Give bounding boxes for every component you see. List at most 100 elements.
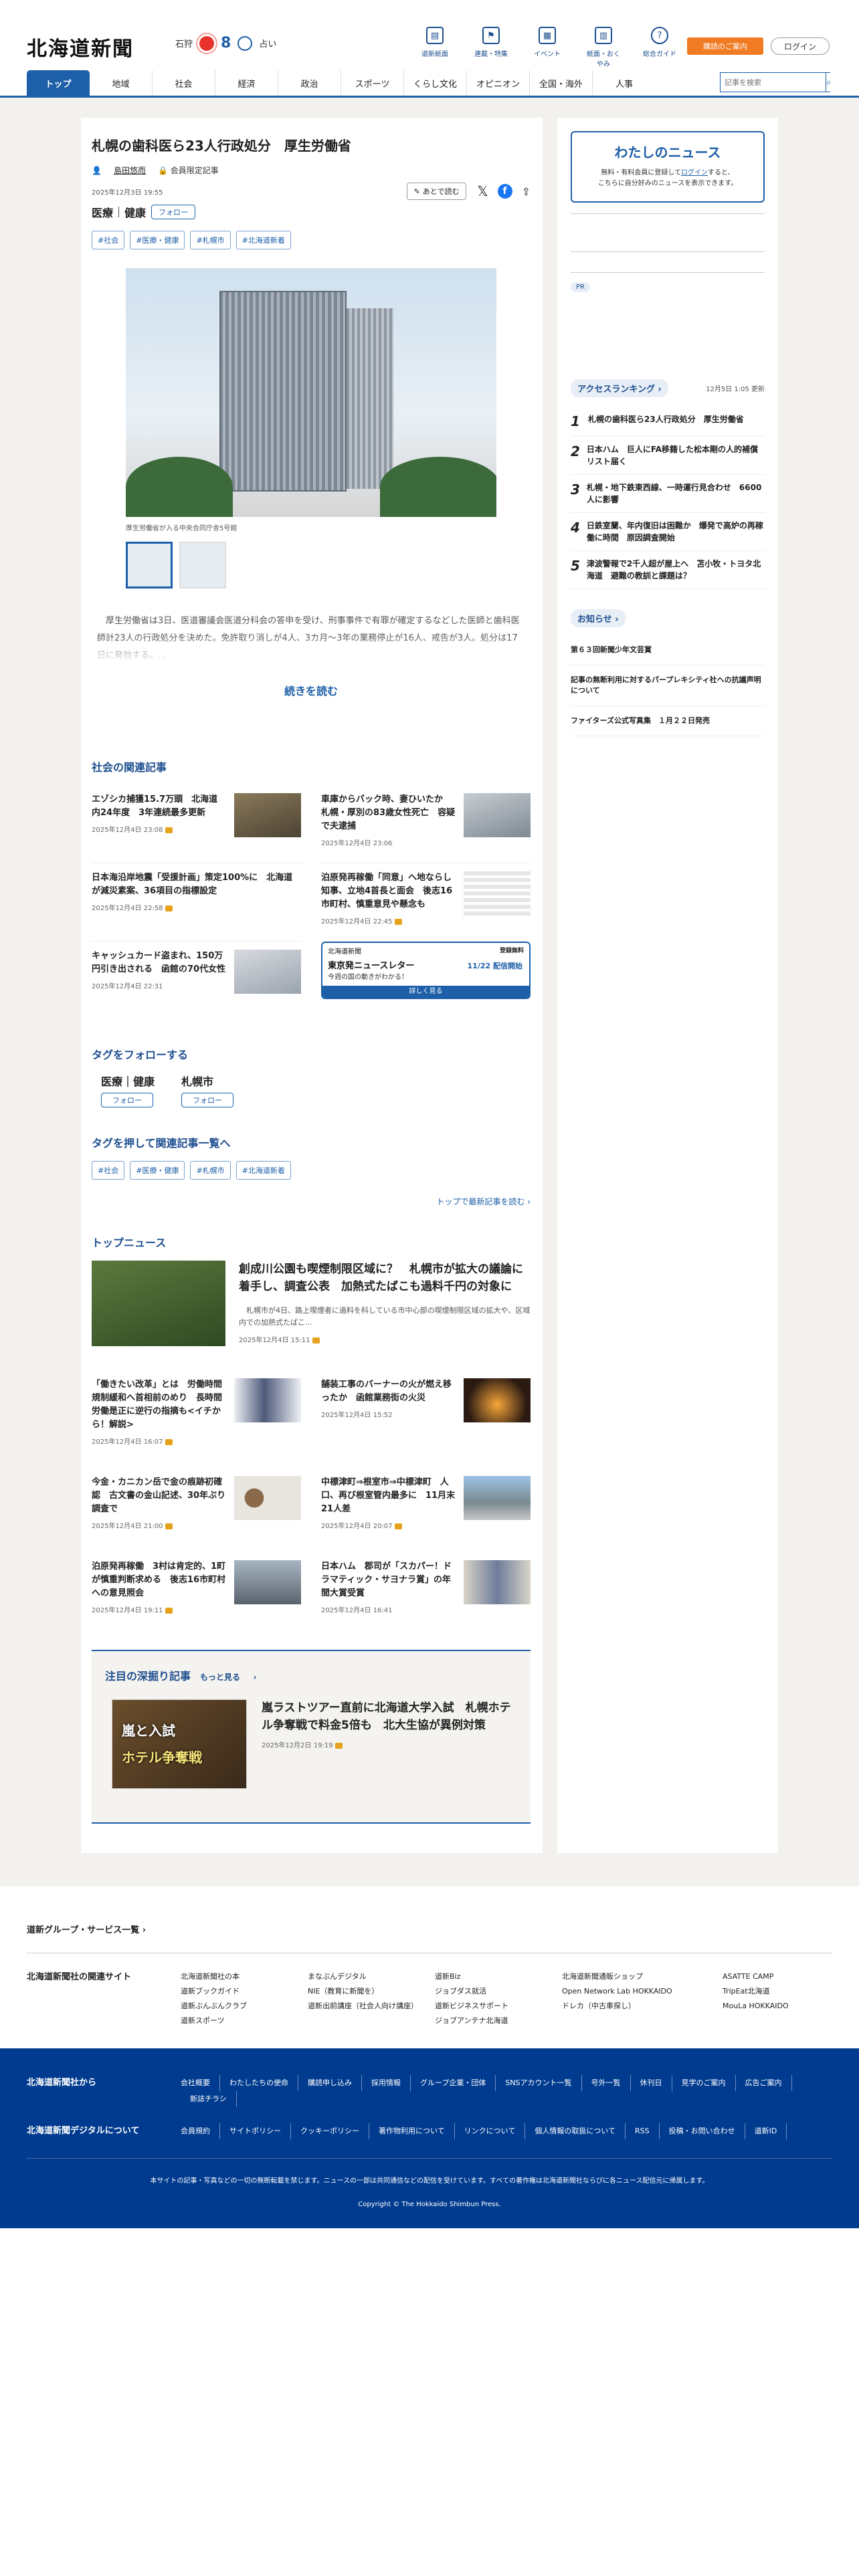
nav-item-politics[interactable]: 政治 bbox=[278, 70, 341, 96]
thumbnail-2[interactable] bbox=[179, 542, 226, 588]
facebook-share-icon[interactable]: f bbox=[497, 184, 512, 199]
related-item[interactable]: 日本海沿岸地震「受援計画」策定100%に 北海道が減災素案、36項目の指標設定 2… bbox=[92, 863, 301, 942]
top-news-item[interactable]: 日本ハム 郡司が「スカパー！ドラマティック・サヨナラ賞」の年間大賞受賞 2025年… bbox=[321, 1552, 531, 1636]
tag-society[interactable]: #社会 bbox=[92, 231, 125, 249]
header-icon-obit[interactable]: ▥ 紙面・おくやみ bbox=[585, 27, 622, 68]
author-name[interactable]: 島田悠而 bbox=[114, 165, 146, 176]
header-icon-event[interactable]: ▦ イベント bbox=[529, 27, 566, 68]
to-top-link[interactable]: トップで最新記事を読む › bbox=[92, 1196, 531, 1207]
group-link[interactable]: 道新Biz bbox=[435, 1969, 562, 1984]
group-link[interactable]: 北海道新聞社の本 bbox=[181, 1969, 308, 1984]
tag-sapporo[interactable]: #札幌市 bbox=[190, 1161, 231, 1180]
group-link[interactable]: 道新スポーツ bbox=[181, 2014, 308, 2028]
footer-link[interactable]: 号外一覧 bbox=[582, 2075, 631, 2091]
footer-link[interactable]: グループ企業・団体 bbox=[411, 2075, 496, 2091]
group-link[interactable]: TripEat北海道 bbox=[723, 1984, 796, 1999]
group-link[interactable]: ジョブアンテナ北海道 bbox=[435, 2014, 562, 2028]
thumbnail-1[interactable] bbox=[126, 542, 173, 588]
footer-link[interactable]: 会員規約 bbox=[181, 2123, 220, 2139]
group-services-title[interactable]: 道新グループ・サービス一覧 › bbox=[27, 1923, 832, 1935]
subscribe-button[interactable]: 購読のご案内 bbox=[687, 37, 763, 55]
group-link[interactable]: ASATTE CAMP bbox=[723, 1969, 796, 1984]
search-input[interactable] bbox=[721, 73, 826, 92]
header-icon-paper[interactable]: ▤ 道新紙面 bbox=[416, 27, 454, 68]
tag-medical[interactable]: #医療・健康 bbox=[130, 1161, 185, 1180]
nav-item-culture[interactable]: くらし文化 bbox=[404, 70, 467, 96]
footer-link[interactable]: 広告ご案内 bbox=[736, 2075, 792, 2091]
footer-link[interactable]: 採用情報 bbox=[362, 2075, 411, 2091]
related-item[interactable]: エゾシカ捕獲15.7万頭 北海道内24年度 3年連続最多更新 2025年12月4日… bbox=[92, 785, 301, 863]
nav-item-economy[interactable]: 経済 bbox=[215, 70, 278, 96]
login-button[interactable]: ログイン bbox=[771, 37, 830, 55]
footer-link[interactable]: 休刊日 bbox=[631, 2075, 672, 2091]
site-logo[interactable]: 北海道新聞 bbox=[27, 32, 134, 62]
deep-dive-item[interactable]: 嵐と入試 ホテル争奪戦 嵐ラストツアー直前に北海道大学入試 札幌ホテル争奪戦で料金… bbox=[105, 1699, 517, 1789]
footer-link[interactable]: わたしたちの使命 bbox=[220, 2075, 298, 2091]
nav-item-top[interactable]: トップ bbox=[27, 70, 90, 96]
tag-sapporo[interactable]: #札幌市 bbox=[190, 231, 231, 249]
read-later-button[interactable]: ✎ あとで読む bbox=[406, 183, 467, 200]
footer-link[interactable]: クッキーポリシー bbox=[291, 2123, 369, 2139]
share-icon[interactable]: ⇪ bbox=[522, 185, 531, 198]
group-link[interactable]: ドレカ（中古車探し） bbox=[562, 1999, 723, 2014]
top-news-item[interactable]: 中標津町⇒根室市⇒中標津町 人口、再び根室管内最多に 11月末21人差 2025年… bbox=[321, 1468, 531, 1552]
group-link[interactable]: 道新出前講座（社会人向け講座） bbox=[308, 1999, 435, 2014]
group-link[interactable]: 北海道新聞通販ショップ bbox=[562, 1969, 723, 1984]
footer-link[interactable]: RSS bbox=[626, 2123, 660, 2139]
footer-link[interactable]: 新誌チラシ bbox=[181, 2091, 237, 2107]
fortune-label[interactable]: 占い bbox=[259, 37, 276, 49]
footer-link[interactable]: 道新ID bbox=[745, 2123, 787, 2139]
ranking-item[interactable]: 1 札幌の歯科医ら23人行政処分 厚生労働省 bbox=[571, 407, 765, 437]
group-link[interactable]: 道新ビジネスサポート bbox=[435, 1999, 562, 2014]
ad-cta[interactable]: 詳しく見る bbox=[322, 986, 529, 998]
nav-item-opinion[interactable]: オピニオン bbox=[467, 70, 530, 96]
fortune-icon[interactable] bbox=[237, 35, 253, 51]
ranking-item[interactable]: 5 津波警報で2千人超が屋上へ 苫小牧・トヨタ北海道 避難の教訓と課題は？ bbox=[571, 551, 765, 589]
nav-item-society[interactable]: 社会 bbox=[153, 70, 215, 96]
deep-dive-more-link[interactable]: もっと見る bbox=[200, 1673, 240, 1682]
header-icon-guide[interactable]: ? 総合ガイド bbox=[641, 27, 678, 68]
article-photo[interactable] bbox=[126, 268, 496, 517]
notice-item[interactable]: 記事の無断利用に対するパープレキシティ社への抗議声明について bbox=[571, 665, 765, 706]
follow-button[interactable]: フォロー bbox=[101, 1093, 153, 1107]
footer-link[interactable]: 購読申し込み bbox=[298, 2075, 362, 2091]
footer-link[interactable]: サイトポリシー bbox=[220, 2123, 291, 2139]
related-item[interactable]: キャッシュカード盗まれ、150万円引き出される 函館の70代女性 2025年12月… bbox=[92, 942, 301, 1006]
related-item[interactable]: 泊原発再稼働「同意」へ地ならし 知事、立地4首長と面会 後志16市町村、慎重意見… bbox=[321, 863, 531, 942]
footer-link[interactable]: 著作物利用について bbox=[369, 2123, 455, 2139]
tag-society[interactable]: #社会 bbox=[92, 1161, 125, 1180]
related-item[interactable]: 車庫からバック時、妻ひいたか 札幌・厚別の83歳女性死亡 容疑で夫逮捕 2025年… bbox=[321, 785, 531, 863]
follow-button[interactable]: フォロー bbox=[181, 1093, 234, 1107]
footer-link[interactable]: 投稿・お問い合わせ bbox=[660, 2123, 745, 2139]
group-link[interactable]: まなぶんデジタル bbox=[308, 1969, 435, 1984]
nav-item-world[interactable]: 全国・海外 bbox=[530, 70, 593, 96]
tag-hokkaido-new[interactable]: #北海道新着 bbox=[235, 1161, 291, 1180]
notice-item[interactable]: ファイターズ公式写真集 １月２２日発売 bbox=[571, 706, 765, 736]
group-link[interactable]: Open Network Lab HOKKAIDO bbox=[562, 1984, 723, 1999]
nav-item-personnel[interactable]: 人事 bbox=[593, 70, 656, 96]
ranking-item[interactable]: 4 日鉄室蘭、年内復旧は困難か 爆発で高炉の再稼働に時間 原因調査開始 bbox=[571, 513, 765, 551]
nav-item-region[interactable]: 地域 bbox=[90, 70, 153, 96]
group-link[interactable]: 道新ぶんぶんクラブ bbox=[181, 1999, 308, 2014]
group-link[interactable]: MouLa HOKKAIDO bbox=[723, 1999, 796, 2014]
top-news-item[interactable]: 「働きたい改革」とは 労働時間規制緩和へ首相前のめり 長時間労働是正に逆行の指摘… bbox=[92, 1370, 301, 1468]
header-icon-series[interactable]: ⚑ 連載・特集 bbox=[472, 27, 510, 68]
footer-link[interactable]: SNSアカウント一覧 bbox=[496, 2075, 582, 2091]
ranking-title[interactable]: アクセスランキング › bbox=[571, 379, 668, 397]
notice-item[interactable]: 第６３回新聞少年文芸賞 bbox=[571, 635, 765, 665]
my-news-login-link[interactable]: ログイン bbox=[681, 169, 708, 177]
top-news-item[interactable]: 今金・カニカン岳で金の痕跡初確認 古文書の金山記述、30年ぶり調査で 2025年1… bbox=[92, 1468, 301, 1552]
tag-hokkaido-new[interactable]: #北海道新着 bbox=[235, 231, 291, 249]
footer-link[interactable]: 見学のご案内 bbox=[672, 2075, 736, 2091]
ranking-item[interactable]: 2 日本ハム 巨人にFA移籍した松本剛の人的補償リスト届く bbox=[571, 437, 765, 475]
top-news-lead[interactable]: 創成川公園も喫煙制限区域に？ 札幌市が拡大の議論に着手し、調査公表 加熱式たばこ… bbox=[92, 1261, 531, 1346]
group-link[interactable]: ジョブダス就活 bbox=[435, 1984, 562, 1999]
ranking-item[interactable]: 3 札幌・地下鉄東西線、一時運行見合わせ 6600人に影響 bbox=[571, 475, 765, 513]
group-link[interactable]: NIE（教育に新聞を） bbox=[308, 1984, 435, 1999]
group-link[interactable]: 道新ブックガイド bbox=[181, 1984, 308, 1999]
top-news-item[interactable]: 舗装工事のバーナーの火が燃え移ったか 函館業務街の火災 2025年12月4日 15… bbox=[321, 1370, 531, 1468]
follow-button[interactable]: フォロー bbox=[151, 205, 196, 219]
footer-link[interactable]: 個人情報の取扱について bbox=[525, 2123, 626, 2139]
notice-title[interactable]: お知らせ › bbox=[571, 609, 626, 627]
footer-link[interactable]: 会社概要 bbox=[181, 2075, 220, 2091]
